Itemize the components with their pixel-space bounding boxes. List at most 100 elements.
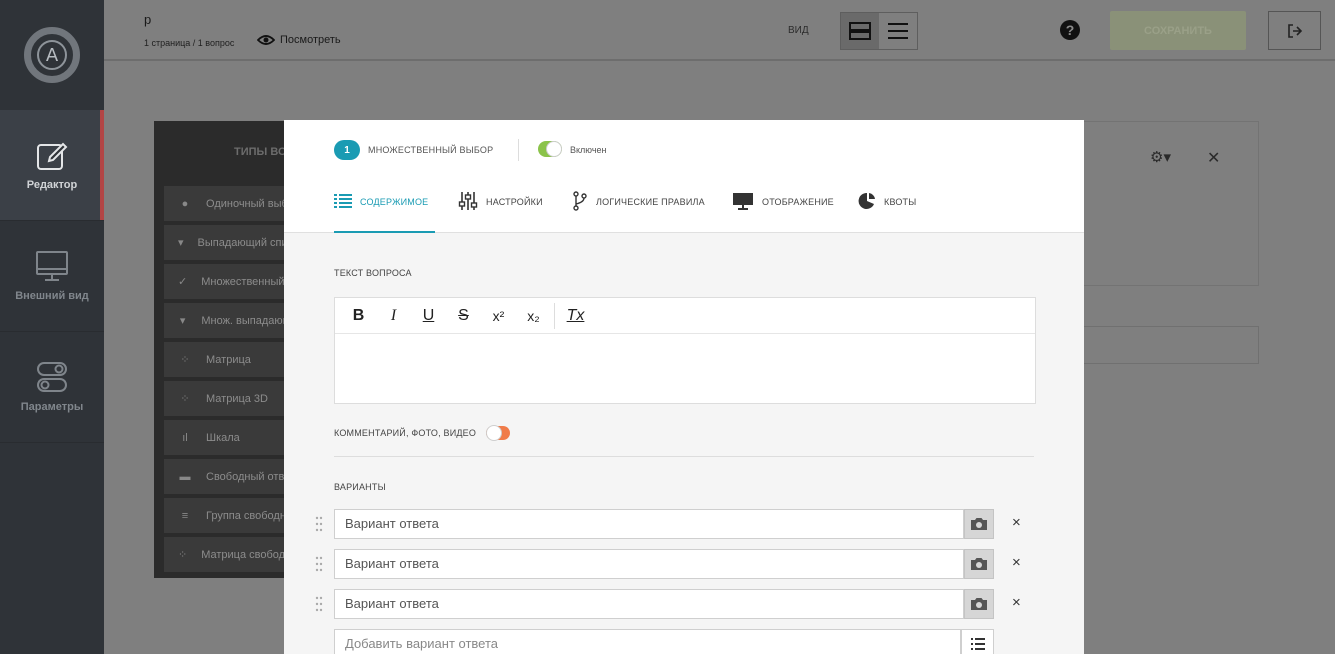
background-bar <box>1082 326 1259 364</box>
tab-label: ЛОГИЧЕСКИЕ ПРАВИЛА <box>596 197 705 207</box>
survey-title[interactable]: р <box>144 12 151 27</box>
sidebar: A Редактор Внешний вид Параметры <box>0 0 104 654</box>
comment-toggle[interactable] <box>486 425 511 441</box>
clear-format-button[interactable]: Tx <box>558 301 593 331</box>
delete-option-icon[interactable]: × <box>1012 594 1021 611</box>
edit-icon <box>37 142 68 170</box>
scale-icon: ıl <box>182 431 188 444</box>
monitor-icon <box>36 251 68 281</box>
add-option-input[interactable]: Добавить вариант ответа <box>334 629 961 654</box>
comment-label: КОММЕНТАРИЙ, ФОТО, ВИДЕО <box>334 428 477 438</box>
view-cards-button[interactable] <box>841 13 879 49</box>
type-item[interactable]: ▾ Множ. выпадающий <box>164 303 304 338</box>
type-label: Шкала <box>206 431 240 444</box>
matrix-icon: ⁘ <box>180 393 190 405</box>
divider <box>334 456 1034 457</box>
app-logo[interactable]: A <box>0 0 104 110</box>
superscript-button[interactable]: x² <box>481 301 516 331</box>
dropdown-icon: ▾ <box>178 237 184 249</box>
type-label: Свободный ответ <box>206 470 295 483</box>
tab-content[interactable]: СОДЕРЖИМОЕ <box>334 190 435 233</box>
camera-icon[interactable] <box>964 549 994 579</box>
sidebar-item-label: Внешний вид <box>15 290 89 302</box>
view-list-button[interactable] <box>879 13 917 49</box>
type-item[interactable]: ● Одиночный выбор <box>164 186 304 221</box>
option-row: Вариант ответа × <box>314 509 1034 539</box>
pie-icon <box>858 192 875 209</box>
sidebar-item-editor[interactable]: Редактор <box>0 110 104 221</box>
type-item[interactable]: ▾ Выпадающий список <box>164 225 304 260</box>
type-item[interactable]: ✓ Множественный выбор <box>164 264 304 299</box>
view-toggle <box>840 12 918 50</box>
tab-label: НАСТРОЙКИ <box>486 197 543 207</box>
textbox-icon: ▬ <box>179 470 191 483</box>
tab-label: СОДЕРЖИМОЕ <box>360 197 429 207</box>
top-header: р 1 страница / 1 вопрос Посмотреть ВИД ?… <box>104 0 1335 61</box>
type-item[interactable]: ⁘ Матрица <box>164 342 304 377</box>
bold-button[interactable]: B <box>341 301 376 331</box>
sidebar-item-parameters[interactable]: Параметры <box>0 332 104 443</box>
variants-label: ВАРИАНТЫ <box>334 482 386 492</box>
option-row: Вариант ответа × <box>314 549 1034 579</box>
delete-option-icon[interactable]: × <box>1012 514 1021 531</box>
type-item[interactable]: ⁘ Матрица свободных <box>164 537 304 572</box>
radio-icon: ● <box>181 197 189 210</box>
option-input[interactable]: Вариант ответа <box>334 509 964 539</box>
comment-row: КОММЕНТАРИЙ, ФОТО, ВИДЕО <box>334 425 511 441</box>
list-icon <box>334 194 352 208</box>
drag-handle-icon[interactable] <box>314 595 324 613</box>
drag-handle-icon[interactable] <box>314 555 324 573</box>
delete-option-icon[interactable]: × <box>1012 554 1021 571</box>
drag-handle-icon[interactable] <box>314 515 324 533</box>
type-item[interactable]: ≡ Группа свободных <box>164 498 304 533</box>
sidebar-item-label: Редактор <box>26 179 78 191</box>
strikethrough-button[interactable]: S <box>446 301 481 331</box>
bulk-add-list-icon[interactable] <box>961 629 994 654</box>
types-title: ТИПЫ ВО <box>234 146 287 158</box>
cards-view-icon <box>849 22 871 40</box>
background-question-card <box>1082 121 1259 286</box>
sidebar-item-appearance[interactable]: Внешний вид <box>0 221 104 332</box>
enabled-toggle[interactable] <box>538 141 562 157</box>
type-item[interactable]: ▬ Свободный ответ <box>164 459 304 494</box>
tab-quotas[interactable]: КВОТЫ <box>858 190 916 233</box>
type-item[interactable]: ⁘ Матрица 3D <box>164 381 304 416</box>
logout-icon <box>1287 23 1302 38</box>
dropdown-icon: ▾ <box>179 315 186 327</box>
option-input[interactable]: Вариант ответа <box>334 549 964 579</box>
italic-button[interactable]: I <box>376 301 411 331</box>
toggles-icon <box>37 362 67 392</box>
question-type-label: МНОЖЕСТВЕННЫЙ ВЫБОР <box>368 145 494 155</box>
divider <box>518 139 519 161</box>
type-item[interactable]: ıl Шкала <box>164 420 304 455</box>
tab-settings[interactable]: НАСТРОЙКИ <box>458 190 543 233</box>
matrix-icon: ⁘ <box>178 549 188 561</box>
logo-letter: A <box>37 40 67 70</box>
sidebar-item-label: Параметры <box>20 401 84 413</box>
tab-display[interactable]: ОТОБРАЖЕНИЕ <box>732 190 834 233</box>
sliders-icon <box>458 192 478 210</box>
option-input[interactable]: Вариант ответа <box>334 589 964 619</box>
gear-icon[interactable]: ⚙▾ <box>1150 148 1171 166</box>
tab-logic-rules[interactable]: ЛОГИЧЕСКИЕ ПРАВИЛА <box>572 190 705 233</box>
type-label: Матрица 3D <box>206 392 268 405</box>
exit-button[interactable] <box>1268 11 1321 50</box>
checkmark-icon: ✓ <box>178 276 188 288</box>
camera-icon[interactable] <box>964 589 994 619</box>
editor-text-area[interactable] <box>335 334 1035 403</box>
rich-text-editor: B I U S x² x₂ Tx <box>334 297 1036 404</box>
underline-button[interactable]: U <box>411 301 446 331</box>
camera-icon[interactable] <box>964 509 994 539</box>
logo-ring: A <box>24 27 80 83</box>
save-button[interactable]: СОХРАНИТЬ <box>1110 11 1246 50</box>
question-types-panel: ТИПЫ ВО ● Одиночный выбор ▾ Выпадающий с… <box>154 121 304 578</box>
help-icon[interactable]: ? <box>1060 20 1080 40</box>
option-row: Вариант ответа × <box>314 589 1034 619</box>
subscript-button[interactable]: x₂ <box>516 301 551 331</box>
tab-label: КВОТЫ <box>884 197 917 207</box>
close-icon[interactable]: ✕ <box>1207 148 1220 168</box>
question-number-badge: 1 <box>334 140 360 160</box>
toolbar-divider <box>554 302 555 329</box>
branch-icon <box>573 191 587 211</box>
preview-link[interactable]: Посмотреть <box>257 34 341 46</box>
